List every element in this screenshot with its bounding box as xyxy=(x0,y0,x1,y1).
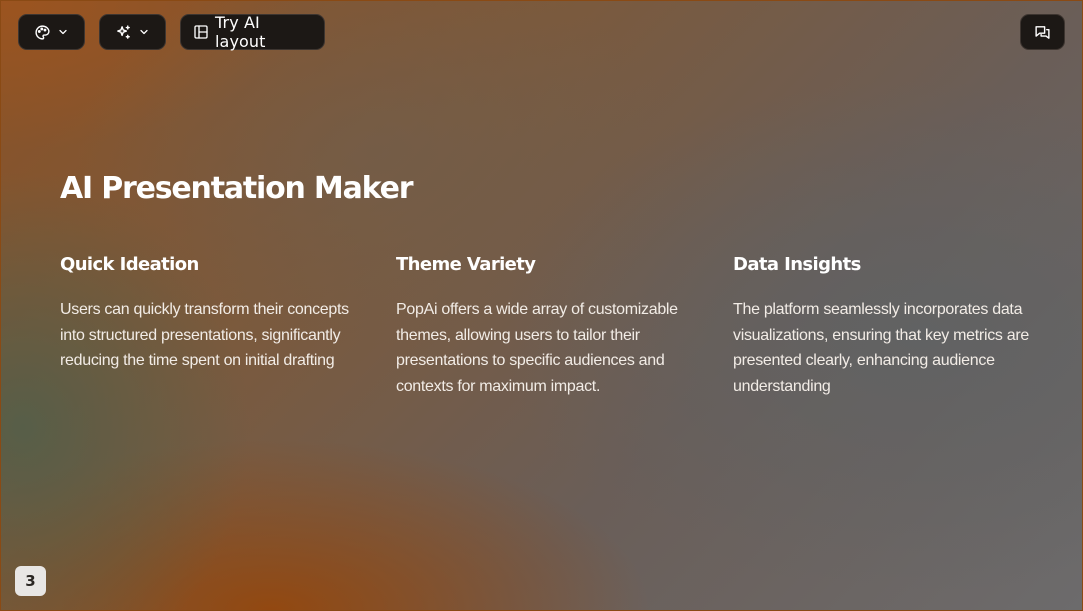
column-heading: Data Insights xyxy=(733,254,861,275)
chat-icon xyxy=(1034,24,1051,41)
chevron-down-icon xyxy=(57,26,69,38)
column-body: The platform seamlessly incorporates dat… xyxy=(733,301,1029,395)
column-body: PopAi offers a wide array of customizabl… xyxy=(396,301,678,395)
column-body: Users can quickly transform their concep… xyxy=(60,301,349,369)
chat-button[interactable] xyxy=(1020,14,1065,50)
try-ai-layout-button[interactable]: Try AI layout xyxy=(180,13,325,51)
chevron-down-icon xyxy=(138,26,150,38)
layout-icon xyxy=(193,24,209,40)
column-heading: Theme Variety xyxy=(396,254,536,275)
slide-title: AI Presentation Maker xyxy=(60,171,414,206)
try-ai-layout-label: Try AI layout xyxy=(215,13,266,51)
feature-column-theme-variety: Theme Variety PopAi offers a wide array … xyxy=(396,254,696,399)
feature-column-data-insights: Data Insights The platform seamlessly in… xyxy=(733,254,1033,399)
theme-button[interactable] xyxy=(18,14,85,50)
palette-icon xyxy=(34,24,51,41)
column-heading: Quick Ideation xyxy=(60,254,199,275)
presentation-slide: Try AI layout AI Presentation Maker Quic… xyxy=(0,0,1083,611)
feature-column-quick-ideation: Quick Ideation Users can quickly transfo… xyxy=(60,254,360,374)
sparkles-icon xyxy=(115,24,132,41)
ai-magic-button[interactable] xyxy=(99,14,166,50)
page-number-badge[interactable]: 3 xyxy=(15,566,46,596)
